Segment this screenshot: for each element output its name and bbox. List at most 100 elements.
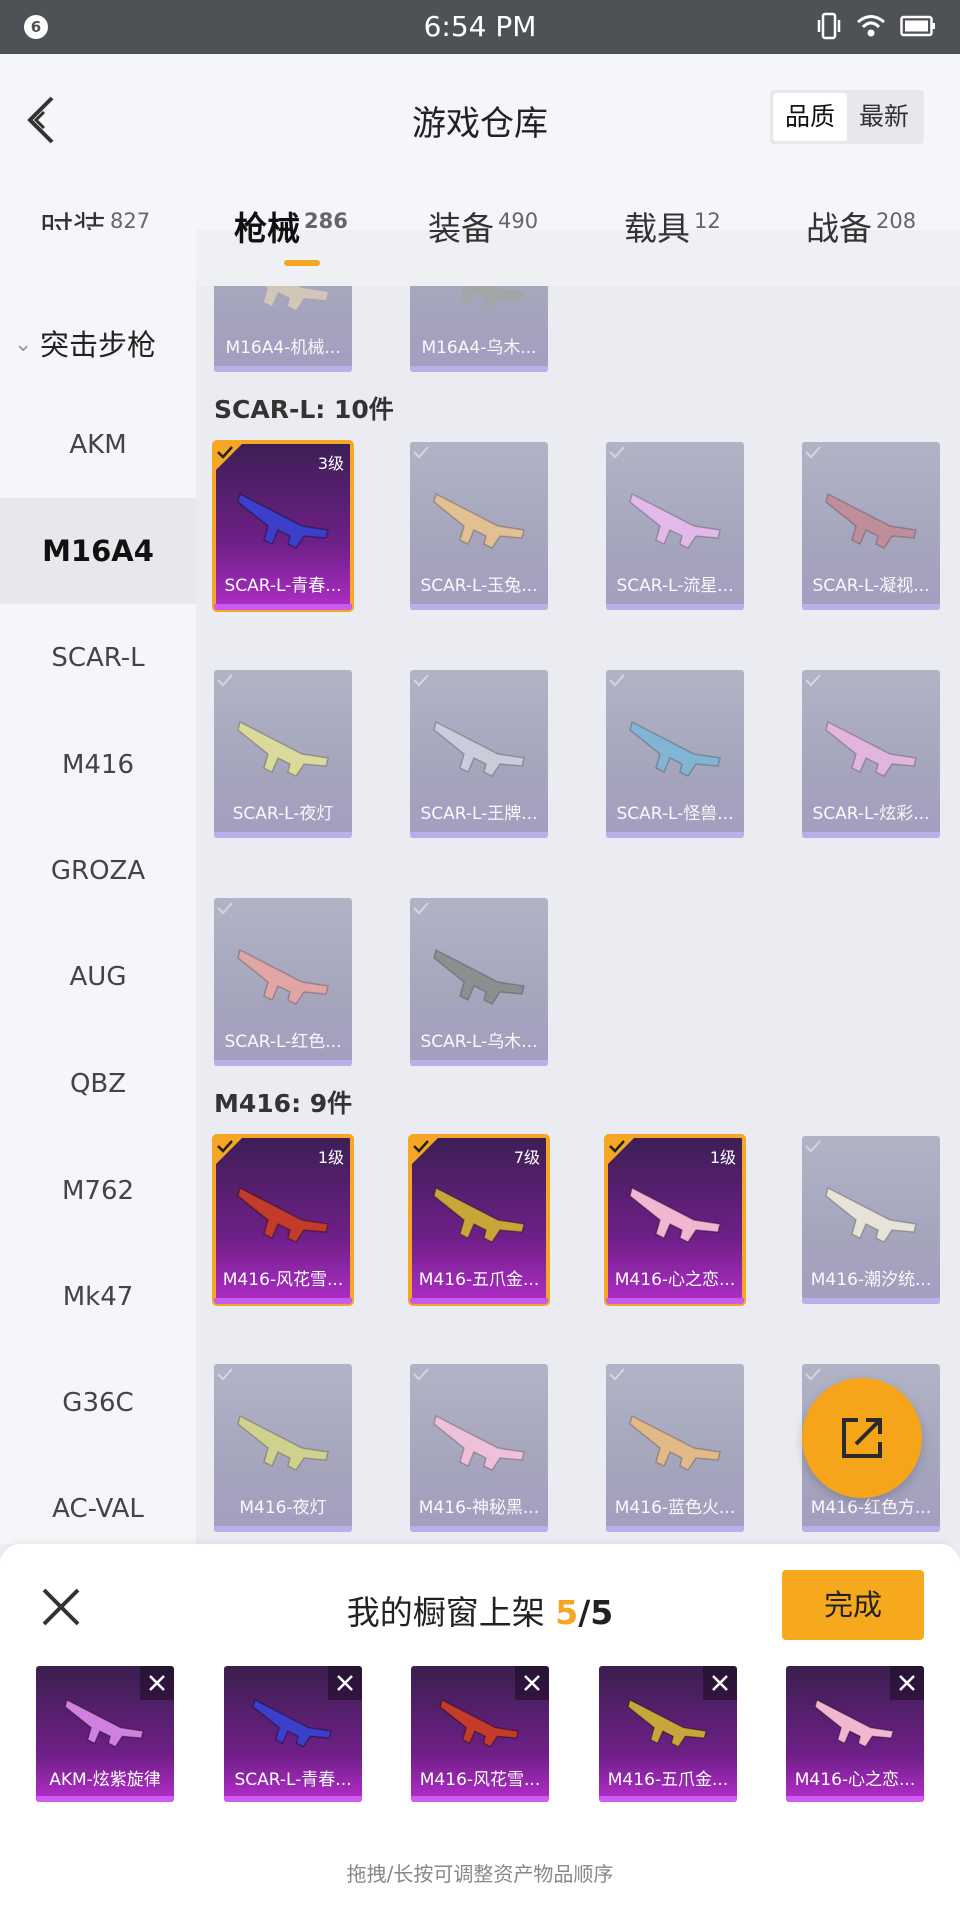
item-card[interactable]: 1级 M416-风花雪... xyxy=(212,1134,354,1306)
item-name: M416-心之恋... xyxy=(614,1270,736,1290)
sort-quality-button[interactable]: 品质 xyxy=(773,93,847,141)
sidebar-item-qbz[interactable]: QBZ xyxy=(0,1031,196,1137)
rarity-bar xyxy=(802,1526,940,1532)
showcase-slot[interactable]: AKM-炫紫旋律 xyxy=(36,1666,174,1802)
active-tab-indicator xyxy=(284,260,320,266)
item-name: SCAR-L-流星... xyxy=(616,576,734,596)
rifle-icon xyxy=(237,948,329,1005)
item-name: SCAR-L-炫彩... xyxy=(812,804,930,824)
item-card[interactable]: SCAR-L-王牌... xyxy=(410,670,548,838)
chevron-down-icon: ⌄ xyxy=(14,332,33,357)
sort-toggle: 品质 最新 xyxy=(770,90,924,144)
close-icon xyxy=(149,1675,165,1691)
showcase-slot[interactable]: M416-风花雪... xyxy=(411,1666,549,1802)
showcase-panel: 我的橱窗上架 5/5 完成 AKM-炫紫旋律 SCAR-L-青春... M416-风… xyxy=(0,1544,960,1920)
rarity-bar xyxy=(802,832,940,838)
rifle-icon xyxy=(433,720,525,777)
rarity-bar xyxy=(36,1796,174,1802)
item-name: M416-潮汐统... xyxy=(810,1270,932,1290)
sidebar-item-scar-l[interactable]: SCAR-L xyxy=(0,605,196,711)
tab-equipment[interactable]: 装备 490 xyxy=(428,202,538,250)
showcase-slot[interactable]: M416-五爪金... xyxy=(599,1666,737,1802)
item-card[interactable]: SCAR-L-怪兽... xyxy=(606,670,744,838)
remove-slot-button[interactable] xyxy=(890,1666,924,1700)
rifle-icon xyxy=(433,1414,525,1471)
done-button[interactable]: 完成 xyxy=(782,1570,924,1640)
rifle-icon xyxy=(629,492,721,549)
item-card[interactable]: 1级 M416-心之恋... xyxy=(604,1134,746,1306)
sidebar-item-m16a4[interactable]: M16A4 xyxy=(0,498,196,604)
rifle-icon xyxy=(825,1186,917,1243)
item-name: SCAR-L-夜灯 xyxy=(232,804,334,824)
item-card[interactable]: SCAR-L-夜灯 xyxy=(214,670,352,838)
sidebar-item-mk47[interactable]: Mk47 xyxy=(0,1244,196,1350)
item-card[interactable]: SCAR-L-玉兔... xyxy=(410,442,548,610)
item-card[interactable]: 7级 M416-五爪金... xyxy=(408,1134,550,1306)
item-card[interactable]: M416-夜灯 xyxy=(214,1364,352,1532)
rifle-icon xyxy=(433,948,525,1005)
sidebar-item-g36c[interactable]: G36C xyxy=(0,1350,196,1456)
rarity-bar xyxy=(411,1796,549,1802)
rarity-bar xyxy=(214,1526,352,1532)
showcase-slot[interactable]: SCAR-L-青春... xyxy=(224,1666,362,1802)
level-badge: 3级 xyxy=(317,454,344,473)
showcase-slot[interactable]: M416-心之恋... xyxy=(786,1666,924,1802)
sidebar-item-groza[interactable]: GROZA xyxy=(0,818,196,924)
battery-icon xyxy=(900,15,935,37)
item-name: SCAR-L-玉兔... xyxy=(420,576,538,596)
level-badge: 1级 xyxy=(317,1148,344,1167)
unchecked-icon xyxy=(609,1368,625,1381)
item-card[interactable]: SCAR-L-凝视... xyxy=(802,442,940,610)
item-card[interactable]: SCAR-L-流星... xyxy=(606,442,744,610)
status-icons xyxy=(816,12,936,40)
rarity-bar xyxy=(606,832,744,838)
remove-slot-button[interactable] xyxy=(140,1666,174,1700)
unchecked-icon xyxy=(805,446,821,459)
item-card[interactable]: M416-蓝色火... xyxy=(606,1364,744,1532)
sidebar-item-aug[interactable]: AUG xyxy=(0,924,196,1030)
rarity-bar xyxy=(410,604,548,610)
item-card[interactable]: M16A4-机械... xyxy=(214,286,352,372)
item-card[interactable]: 3级 SCAR-L-青春... xyxy=(212,440,354,612)
tab-gear[interactable]: 战备 208 xyxy=(806,202,916,250)
rifle-icon xyxy=(629,1186,721,1243)
remove-slot-button[interactable] xyxy=(703,1666,737,1700)
rifle-icon xyxy=(237,720,329,777)
remove-slot-button[interactable] xyxy=(515,1666,549,1700)
tab-guns[interactable]: 枪械 286 xyxy=(234,202,348,266)
rifle-icon xyxy=(237,1414,329,1471)
sort-newest-button[interactable]: 最新 xyxy=(847,93,921,141)
item-name: M416-风花雪... xyxy=(222,1270,344,1290)
item-card[interactable]: SCAR-L-乌木... xyxy=(410,898,548,1066)
rarity-bar xyxy=(214,604,352,610)
item-card[interactable]: SCAR-L-炫彩... xyxy=(802,670,940,838)
item-card[interactable]: M16A4-乌木... xyxy=(410,286,548,372)
rifle-icon xyxy=(237,492,329,549)
sidebar-item-m762[interactable]: M762 xyxy=(0,1138,196,1244)
unchecked-icon xyxy=(609,674,625,687)
sidebar-item-ac-val[interactable]: AC-VAL xyxy=(0,1456,196,1544)
tab-vehicles[interactable]: 载具 12 xyxy=(624,202,721,250)
sidebar-group-assault-rifles[interactable]: ⌄ 突击步枪 xyxy=(14,322,196,362)
rarity-bar xyxy=(410,366,548,372)
item-card[interactable]: SCAR-L-红色... xyxy=(214,898,352,1066)
rifle-icon xyxy=(825,720,917,777)
close-icon xyxy=(337,1675,353,1691)
share-button[interactable] xyxy=(802,1378,922,1498)
sidebar-item-akm[interactable]: AKM xyxy=(0,392,196,498)
item-card[interactable]: M416-潮汐统... xyxy=(802,1136,940,1304)
vibrate-icon xyxy=(817,12,841,40)
rifle-icon xyxy=(629,720,721,777)
slot-name: M416-五爪金... xyxy=(607,1770,729,1790)
remove-slot-button[interactable] xyxy=(328,1666,362,1700)
sidebar-item-m416[interactable]: M416 xyxy=(0,712,196,818)
wifi-icon xyxy=(857,15,885,37)
rarity-bar xyxy=(410,1526,548,1532)
section-title-m416: M416: 9件 xyxy=(214,1089,353,1118)
rifle-icon xyxy=(433,1186,525,1243)
unchecked-icon xyxy=(217,1368,233,1381)
rarity-bar xyxy=(410,1298,548,1304)
item-card[interactable]: M416-神秘黑... xyxy=(410,1364,548,1532)
checkmark-icon xyxy=(214,442,244,472)
rarity-bar xyxy=(410,832,548,838)
